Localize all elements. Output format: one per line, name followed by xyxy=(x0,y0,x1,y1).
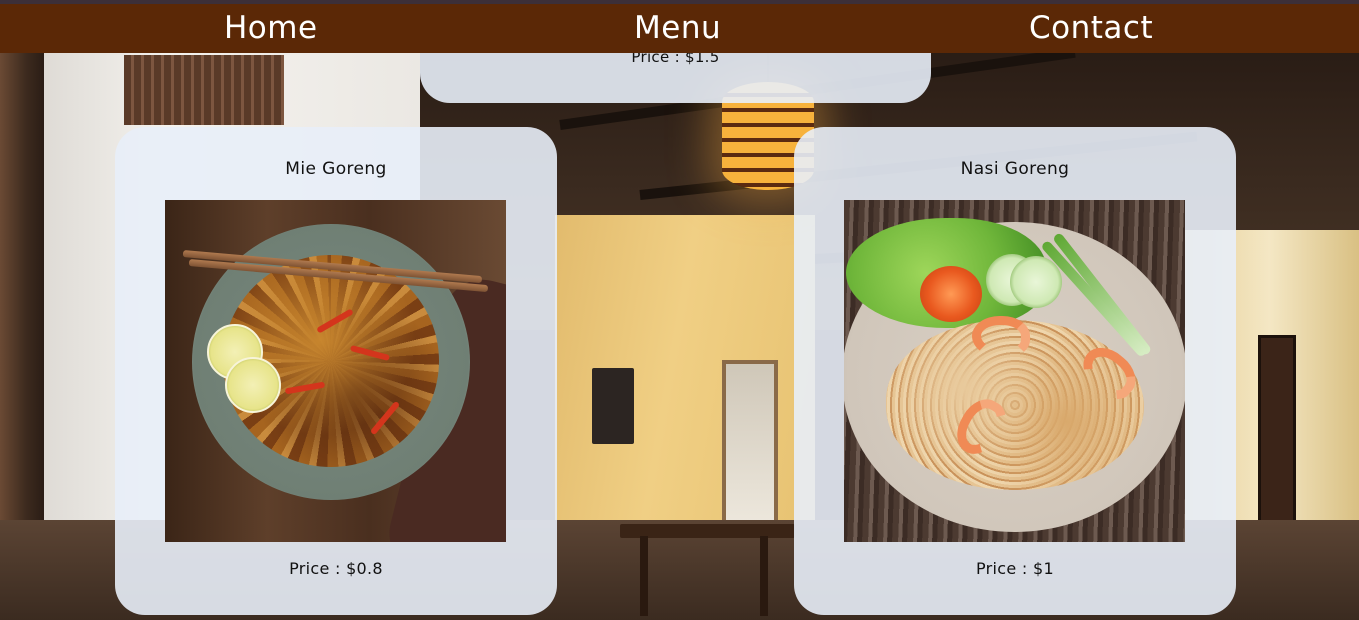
nav-menu-link[interactable]: Menu xyxy=(634,8,721,48)
shrimp xyxy=(972,316,1030,358)
wall-cabinet xyxy=(592,368,634,444)
mie-goreng-photo xyxy=(165,200,506,542)
table-leg xyxy=(640,536,648,616)
lime-slice xyxy=(225,357,281,413)
carrot-rose xyxy=(920,266,982,322)
menu-card-mie-goreng: Mie Goreng Price : $0.8 xyxy=(115,127,557,615)
nav-contact-link[interactable]: Contact xyxy=(1029,8,1153,48)
menu-item-name: Mie Goreng xyxy=(285,159,387,179)
top-navbar: Home Menu Contact xyxy=(0,0,1359,53)
calligraphy-panel xyxy=(124,55,284,125)
table-leg xyxy=(760,536,768,616)
menu-item-name: Nasi Goreng xyxy=(960,159,1070,179)
menu-item-price: Price : $1 xyxy=(976,559,1054,578)
cucumber-slice xyxy=(1010,256,1062,308)
menu-item-price: Price : $0.8 xyxy=(289,559,383,578)
nav-home-link[interactable]: Home xyxy=(224,8,318,48)
nasi-goreng-photo xyxy=(844,200,1185,542)
menu-card-nasi-goreng: Nasi Goreng Price : $1 xyxy=(794,127,1236,615)
